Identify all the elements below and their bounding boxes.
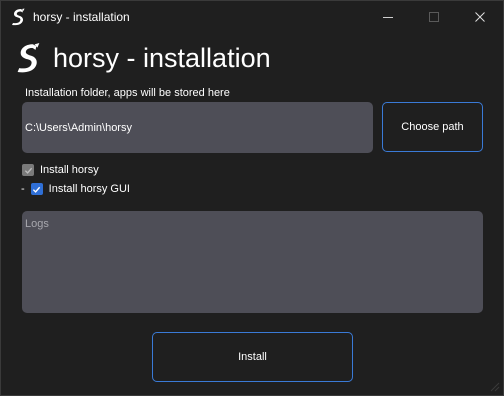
option-prefix: - <box>21 183 25 195</box>
install-horsy-label: Install horsy <box>40 164 99 176</box>
resize-grip-icon[interactable] <box>490 382 500 392</box>
logs-textarea[interactable]: Logs <box>22 211 483 313</box>
install-horsy-option: Install horsy <box>22 164 99 176</box>
choose-path-button[interactable]: Choose path <box>382 102 483 152</box>
page-title: horsy - installation <box>53 43 271 73</box>
checkmark-icon <box>24 167 32 174</box>
checkmark-icon <box>33 186 41 193</box>
install-gui-label: Install horsy GUI <box>48 183 130 195</box>
maximize-icon <box>429 12 439 22</box>
window-title: horsy - installation <box>33 10 130 24</box>
minimize-button[interactable] <box>365 1 411 33</box>
horsy-logo-icon <box>12 8 25 26</box>
install-gui-option: - Install horsy GUI <box>21 183 130 195</box>
horsy-logo-icon <box>17 43 40 73</box>
title-bar[interactable]: horsy - installation <box>1 1 503 33</box>
close-icon <box>475 12 485 22</box>
folder-label: Installation folder, apps will be stored… <box>25 87 230 99</box>
install-path-input[interactable] <box>22 102 373 153</box>
install-horsy-checkbox[interactable] <box>22 164 34 176</box>
maximize-button[interactable] <box>411 1 457 33</box>
installer-window: horsy - installation horsy - installatio… <box>0 0 504 396</box>
close-button[interactable] <box>457 1 503 33</box>
minimize-icon <box>383 16 393 18</box>
install-gui-checkbox[interactable] <box>30 183 43 195</box>
install-button[interactable]: Install <box>152 332 353 382</box>
logs-placeholder: Logs <box>25 218 49 230</box>
